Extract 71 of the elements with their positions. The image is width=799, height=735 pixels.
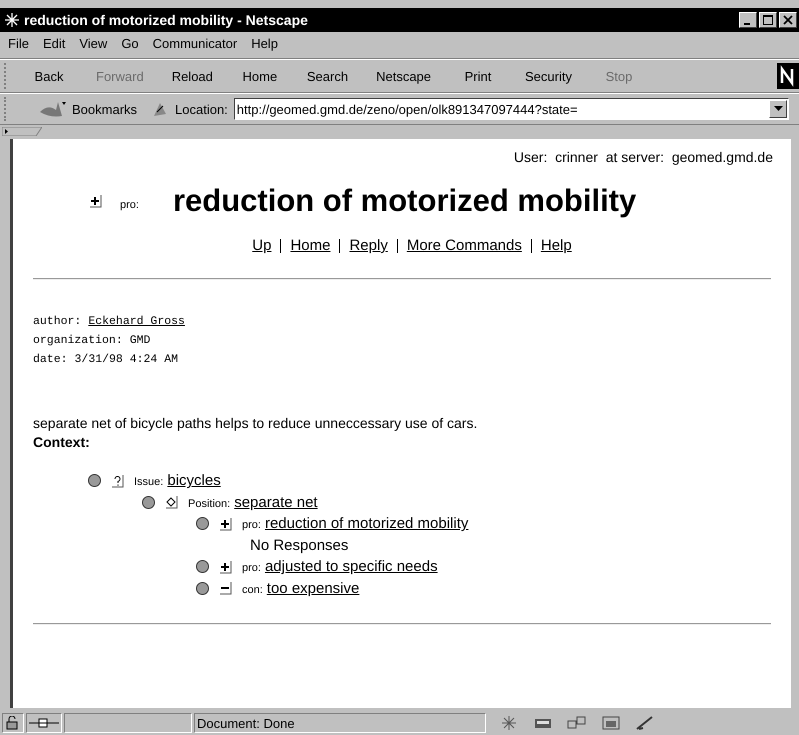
collapse-tab[interactable] [2,126,42,136]
plus-icon [219,516,232,531]
toolbar-button[interactable]: Search [296,68,358,84]
menu-item[interactable]: View [79,36,108,54]
bookmarks-button[interactable]: Bookmarks [26,100,146,118]
node-link[interactable]: bicycles [167,472,221,490]
close-icon [783,15,793,25]
dropdown-icon[interactable] [769,100,787,118]
menu-item[interactable]: Help [251,36,278,54]
type-label: con: [242,584,263,596]
bullet-icon [142,496,155,509]
toolbar-button[interactable]: Netscape [366,68,442,84]
bookmark-icon [38,100,68,118]
toolbar-button[interactable]: Print [449,68,508,84]
type-label: Position: [188,498,230,510]
type-label: pro: [120,199,139,211]
meta-label: organization: [33,333,123,349]
status-text: Document: Done [194,713,486,733]
nav-link[interactable]: Up [252,237,272,254]
menu-item[interactable]: File [8,36,29,54]
type-label: pro: [242,562,261,574]
meta-value: GMD [130,333,150,349]
minus-icon [219,581,232,596]
plus-icon [89,194,102,208]
user-info: User: crinner at server: geomed.gmd.de [514,149,773,165]
node-link[interactable]: too expensive [266,580,360,597]
page-heading: reduction of motorized mobility [172,183,636,219]
composer-icon[interactable] [600,715,622,731]
plus-icon [219,560,232,574]
meta-label: date: [33,352,68,368]
nav-link[interactable]: Reply [349,237,388,254]
location-label: Location: [175,102,228,116]
toolbar-button[interactable]: Back [20,68,78,84]
bullet-icon [196,517,209,530]
nav-link[interactable]: Help [540,237,572,254]
close-button[interactable] [779,12,797,28]
minimize-icon [744,22,750,24]
discussion-icon[interactable] [566,715,588,731]
maximize-button[interactable] [759,12,777,28]
bullet-icon [196,582,209,595]
toolbar-button[interactable]: Reload [162,68,223,84]
diamond-icon [165,495,178,510]
menu-item[interactable]: Communicator [152,36,238,54]
bullet-icon [88,474,101,488]
connection-icon [26,713,62,733]
meta-label: author: [33,314,82,330]
body-text: separate net of bicycle paths helps to reduce unneccessary use of cars. [33,415,478,431]
node-link[interactable]: reduction of motorized mobility [264,515,468,532]
question-icon [111,474,124,488]
type-label: pro: [242,519,261,532]
toolbar-button[interactable]: Security [515,68,582,84]
security-icon [2,713,24,733]
menu-item[interactable]: Edit [42,36,66,54]
nav-link[interactable]: More Commands [406,237,522,254]
context-label: Context: [33,434,91,450]
location-field[interactable]: http://geomed.gmd.de/zeno/open/olk891347097444?state= [234,98,789,120]
menu-item[interactable]: Go [121,36,139,54]
maximize-icon [763,15,773,25]
logo-icon [777,63,799,89]
type-label: Issue: [134,476,164,488]
minimize-button[interactable] [739,12,757,28]
meta-value: 3/31/98 4:24 AM [74,352,178,368]
author-link[interactable]: Eckehard Gross [88,312,185,331]
node-link[interactable]: adjusted to specific needs [264,558,438,576]
bullet-icon [196,560,209,574]
nav-link[interactable]: Home [290,237,330,254]
starburst-icon [4,12,20,28]
window-title: reduction of motorized mobility - Netscape [24,12,309,28]
toolbar-button[interactable]: Home [230,68,289,84]
node-link[interactable]: separate net [234,494,318,511]
no-responses-text: No Responses [250,536,348,554]
